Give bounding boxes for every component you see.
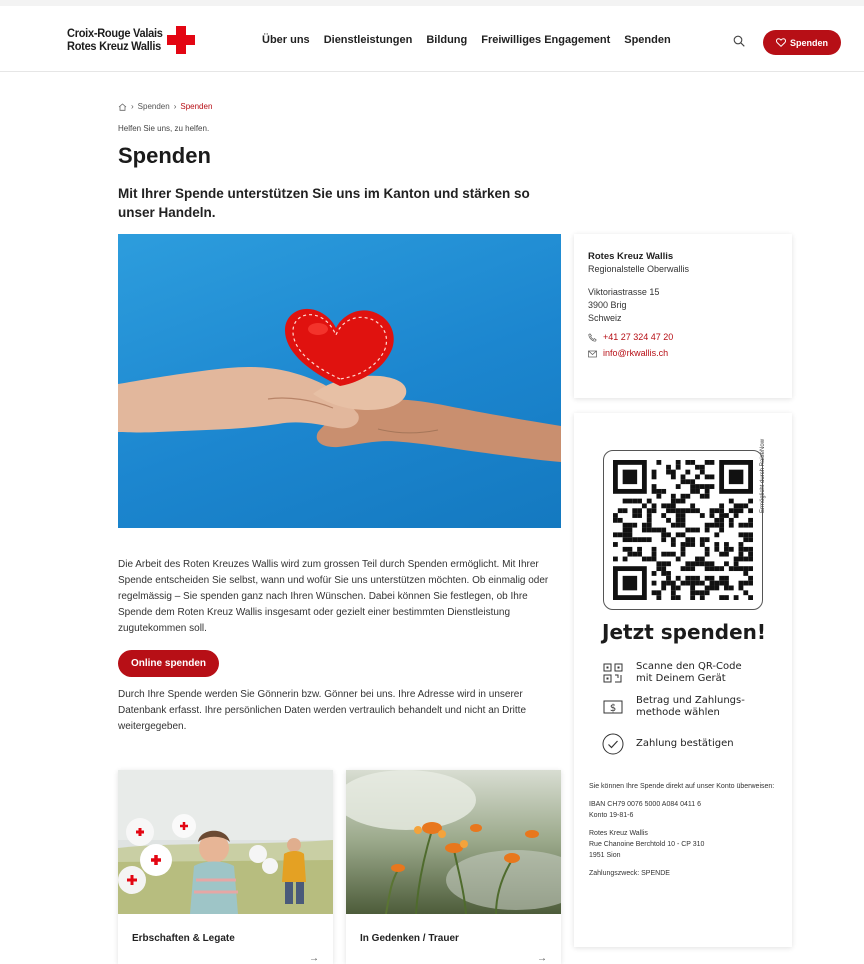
step-line: mit Deinem Gerät	[636, 673, 726, 684]
search-icon[interactable]	[733, 35, 745, 47]
nav-item-spenden[interactable]: Spenden	[624, 34, 670, 46]
mail-icon	[588, 350, 597, 357]
contact-country: Schweiz	[588, 313, 622, 323]
breadcrumb: › Spenden › Spenden	[118, 102, 212, 111]
online-donate-button[interactable]: Online spenden	[118, 650, 219, 677]
contact-phone: +41 27 324 47 20	[603, 332, 674, 342]
iban: IBAN CH79 0076 5000 A084 0411 6	[589, 801, 701, 808]
svg-text:$: $	[610, 703, 616, 714]
step-amount: $ Betrag und Zahlungs- methode wählen	[602, 695, 745, 719]
card-label: Erbschaften & Legate	[132, 933, 235, 944]
bank-address-line: Rue Chanoine Berchtold 10 - CP 310	[589, 841, 705, 848]
bank-intro: Sie können Ihre Spende direkt auf unser …	[589, 783, 775, 790]
check-circle-icon	[602, 733, 624, 755]
card-in-gedenken[interactable]: In Gedenken / Trauer →	[346, 770, 561, 964]
step-line: Zahlung bestätigen	[636, 738, 734, 749]
heart-icon	[775, 38, 786, 47]
page-title: Spenden	[118, 143, 211, 168]
chevron-right-icon: ›	[131, 102, 134, 111]
raisenow-credit: Ermöglicht durch RaiseNow	[760, 438, 766, 513]
step-scan: Scanne den QR-Code mit Deinem Gerät	[602, 661, 742, 685]
card-image-children-balloons	[118, 770, 333, 914]
konto: Konto 19-81-6	[589, 812, 634, 819]
header-donate-button[interactable]: Spenden	[763, 30, 841, 55]
main-nav: Über uns Dienstleistungen Bildung Freiwi…	[262, 34, 685, 46]
card-image-flowers	[346, 770, 561, 915]
logo-line-2: Rotes Kreuz Wallis	[67, 39, 162, 53]
step-line: methode wählen	[636, 707, 720, 718]
contact-org: Rotes Kreuz Wallis	[588, 251, 674, 262]
home-icon[interactable]	[118, 102, 127, 111]
card-label: In Gedenken / Trauer	[360, 933, 459, 944]
chevron-right-icon: ›	[173, 102, 177, 111]
dollar-bill-icon: $	[602, 696, 624, 718]
qr-donate-box: Ermöglicht durch RaiseNow Jetzt spenden!…	[574, 413, 792, 947]
step-line: Scanne den QR-Code	[636, 661, 742, 672]
card-erbschaften[interactable]: Erbschaften & Legate →	[118, 770, 333, 964]
breadcrumb-current: Spenden	[180, 102, 213, 111]
phone-icon	[588, 333, 597, 342]
donate-heading: Jetzt spenden!	[602, 620, 766, 644]
step-confirm: Zahlung bestätigen	[602, 733, 734, 755]
bank-details: Sie können Ihre Spende direkt auf unser …	[589, 781, 784, 886]
contact-email: info@rkwallis.ch	[603, 348, 669, 358]
qr-code[interactable]	[613, 460, 753, 600]
qr-scan-icon	[602, 662, 624, 684]
nav-item-freiwilliges-engagement[interactable]: Freiwilliges Engagement	[481, 34, 610, 46]
contact-box: Rotes Kreuz Wallis Regionalstelle Oberwa…	[574, 234, 792, 398]
arrow-right-icon: →	[537, 953, 547, 964]
step-line: Betrag und Zahlungs-	[636, 695, 745, 706]
page-kicker: Helfen Sie uns, zu helfen.	[118, 124, 210, 133]
contact-email-link[interactable]: info@rkwallis.ch	[588, 347, 778, 360]
page-lead: Mit Ihrer Spende unterstützen Sie uns im…	[118, 186, 530, 220]
intro-paragraph: Die Arbeit des Roten Kreuzes Wallis wird…	[118, 559, 549, 634]
qr-code-frame	[603, 450, 763, 610]
logo-text: Croix-Rouge Valais Rotes Kreuz Wallis	[67, 27, 163, 53]
arrow-right-icon: →	[309, 953, 319, 964]
contact-city: 3900 Brig	[588, 300, 627, 310]
nav-item-dienstleistungen[interactable]: Dienstleistungen	[324, 34, 413, 46]
nav-item-ueber-uns[interactable]: Über uns	[262, 34, 310, 46]
contact-unit: Regionalstelle Oberwallis	[588, 264, 690, 274]
payment-purpose: Zahlungszweck: SPENDE	[589, 870, 670, 877]
bank-address-line: 1951 Sion	[589, 852, 621, 859]
contact-phone-link[interactable]: +41 27 324 47 20	[588, 331, 778, 344]
header-donate-label: Spenden	[789, 37, 828, 48]
logo[interactable]: Croix-Rouge Valais Rotes Kreuz Wallis	[67, 26, 195, 54]
red-cross-icon	[166, 26, 195, 54]
nav-item-bildung[interactable]: Bildung	[426, 34, 467, 46]
bank-address-line: Rotes Kreuz Wallis	[589, 830, 648, 837]
privacy-paragraph: Durch Ihre Spende werden Sie Gönnerin bz…	[118, 689, 527, 732]
site-header: Croix-Rouge Valais Rotes Kreuz Wallis Üb…	[0, 6, 864, 72]
page: Croix-Rouge Valais Rotes Kreuz Wallis Üb…	[0, 6, 864, 964]
hero-image-hands-heart	[118, 234, 561, 528]
contact-street: Viktoriastrasse 15	[588, 287, 660, 297]
breadcrumb-item-spenden[interactable]: Spenden	[138, 102, 170, 111]
